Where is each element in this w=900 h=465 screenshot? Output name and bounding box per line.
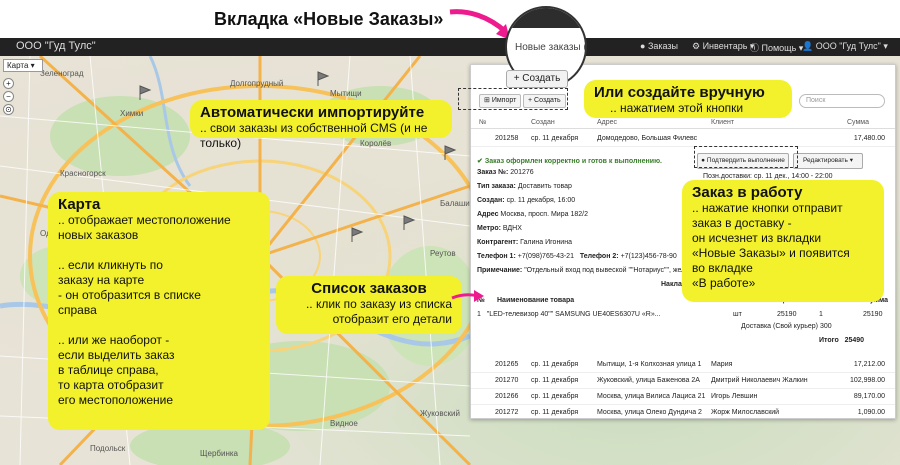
item-qty: 1 <box>819 311 823 318</box>
heading-strip: Вкладка «Новые Заказы» <box>0 0 900 40</box>
table-row[interactable]: 201266 ср. 11 декабря Москва, улица Вили… <box>471 389 895 405</box>
map-town-label: Мытищи <box>330 89 362 98</box>
map-town-label: Жуковский <box>420 409 460 418</box>
callout-work: Заказ в работу .. нажатие кнопки отправи… <box>682 180 884 302</box>
order-type: Тип заказа: Доставить товар <box>477 183 572 190</box>
map-town-label: Щербинка <box>200 449 239 458</box>
map-type-select[interactable]: Карта ▾ <box>3 59 43 72</box>
magnified-create-button[interactable]: + Создать <box>506 70 568 88</box>
item-price: 25190 <box>777 311 797 318</box>
page-heading: Вкладка «Новые Заказы» <box>214 9 444 29</box>
table-row[interactable]: 201270 ср. 11 декабря Жуковский, улица Б… <box>471 373 895 389</box>
table-row[interactable]: 201258 ср. 11 декабря Домодедово, Больша… <box>471 131 895 147</box>
item-unit: шт <box>733 311 742 318</box>
import-highlight <box>458 88 568 110</box>
zoom-in-button[interactable]: + <box>3 78 14 89</box>
order-metro: Метро: ВДНХ <box>477 225 522 232</box>
order-phones: Телефон 1: +7(098)765-43-21 Телефон 2: +… <box>477 253 677 260</box>
map-town-label: Видное <box>330 419 358 428</box>
order-contractor: Контрагент: Галина Игонина <box>477 239 572 246</box>
order-created: Создан: ср. 11 декабря, 16:00 <box>477 197 576 204</box>
map-town-label: Химки <box>120 109 143 118</box>
order-number: Заказ №: 201276 <box>477 169 534 176</box>
item-row[interactable]: 1 "LED-телевизор 40"" SAMSUNG UE40ES6307… <box>477 311 661 318</box>
brand-name[interactable]: ООО "Гуд Тулс" <box>16 40 96 52</box>
map-town-label: Долгопрудный <box>230 79 283 88</box>
tab-new-orders[interactable]: Новые заказы (29) <box>515 42 585 53</box>
callout-list: Список заказов .. клик по заказу из спис… <box>276 276 462 334</box>
callout-import: Автоматически импортируйте .. свои заказ… <box>190 100 452 150</box>
nav-help[interactable]: ⓘ Помощь ▾ <box>750 41 803 54</box>
map-town-label: Красногорск <box>60 169 106 178</box>
zoom-out-button[interactable]: − <box>3 91 14 102</box>
order-note: Примечание: "Отдельный вход под вывеской… <box>477 267 693 274</box>
map-town-label: Подольск <box>90 444 126 453</box>
status-message: ✔ Заказ оформлен корректно и готов к вып… <box>477 158 662 165</box>
table-row[interactable]: 201265 ср. 11 декабря Мытищи, 1-я Колхоз… <box>471 357 895 373</box>
callout-create: Или создайте вручную .. нажатием этой кн… <box>584 80 792 118</box>
delivery-window: Позн.доставки: ср. 11 дек., 14:00 - 22:0… <box>703 173 833 180</box>
map-town-label: Реутов <box>430 249 456 258</box>
nav-orders[interactable]: ● Заказы <box>640 41 678 51</box>
zoom-controls: + − ⊙ <box>3 78 14 128</box>
orders-table-header: № Создан Адрес Клиент Сумма <box>471 117 895 129</box>
order-total: Итого 25490 <box>819 337 865 344</box>
order-address: Адрес Москва, просп. Мира 182/2 <box>477 211 588 218</box>
map-town-label: Зеленоград <box>40 69 84 78</box>
callout-map: Карта .. отображает местоположение новых… <box>48 192 270 430</box>
item-sum: 25190 <box>863 311 883 318</box>
top-navbar: ООО "Гуд Тулс" ● Заказы ⚙ Инвентарь ▾ ⓘ … <box>0 38 900 56</box>
search-input[interactable]: Поиск <box>799 94 885 108</box>
nav-inventory[interactable]: ⚙ Инвентарь ▾ <box>692 41 754 52</box>
list-pointer-arrow <box>451 290 484 302</box>
delivery-line: Доставка (Свой курьер) 300 <box>741 323 832 330</box>
edit-button[interactable]: Редактировать ▾ <box>793 153 863 169</box>
table-row[interactable]: 201272 ср. 11 декабря Москва, улица Олек… <box>471 405 895 418</box>
locate-button[interactable]: ⊙ <box>3 104 14 115</box>
confirm-highlight <box>694 146 798 168</box>
nav-account[interactable]: 👤 ООО "Гуд Тулс" ▾ <box>802 41 888 52</box>
